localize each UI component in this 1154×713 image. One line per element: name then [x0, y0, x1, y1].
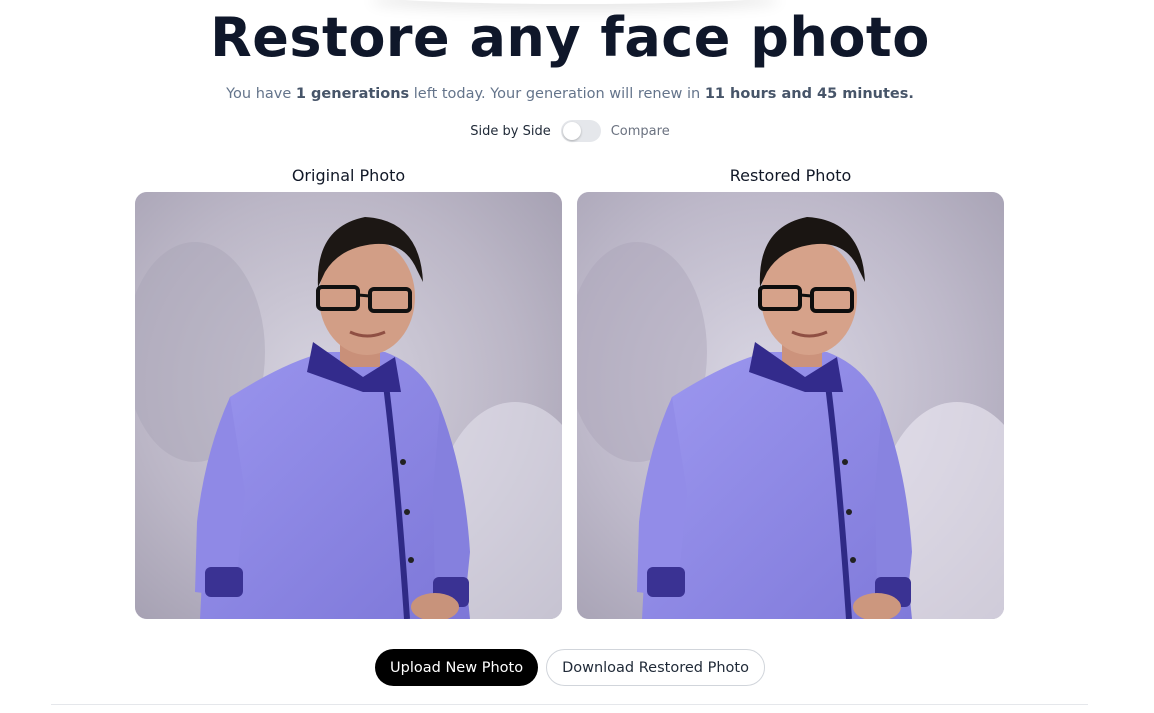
restored-photo-label: Restored Photo — [729, 166, 852, 185]
action-buttons: Upload New Photo Download Restored Photo — [0, 649, 1140, 686]
view-mode-switch[interactable] — [560, 120, 601, 142]
footer-divider — [51, 704, 1088, 705]
generation-status: You have 1 generations left today. Your … — [0, 86, 1140, 102]
original-photo — [135, 192, 562, 619]
top-nav-shadow — [370, 0, 780, 4]
upload-new-photo-button[interactable]: Upload New Photo — [375, 649, 539, 686]
original-photo-label: Original Photo — [291, 166, 406, 185]
compare-label: Compare — [610, 123, 670, 139]
status-middle: left today. Your generation will renew i… — [409, 86, 705, 102]
switch-knob — [562, 122, 581, 140]
page-title: Restore any face photo — [210, 6, 930, 69]
view-mode-toggle: Side by Side Compare — [0, 120, 1140, 142]
side-by-side-label: Side by Side — [470, 123, 551, 139]
status-prefix: You have — [226, 86, 296, 102]
restored-photo — [577, 192, 1004, 619]
renew-time: 11 hours and 45 minutes. — [704, 86, 914, 102]
generation-count: 1 generations — [295, 86, 410, 102]
download-restored-photo-button[interactable]: Download Restored Photo — [546, 649, 765, 686]
